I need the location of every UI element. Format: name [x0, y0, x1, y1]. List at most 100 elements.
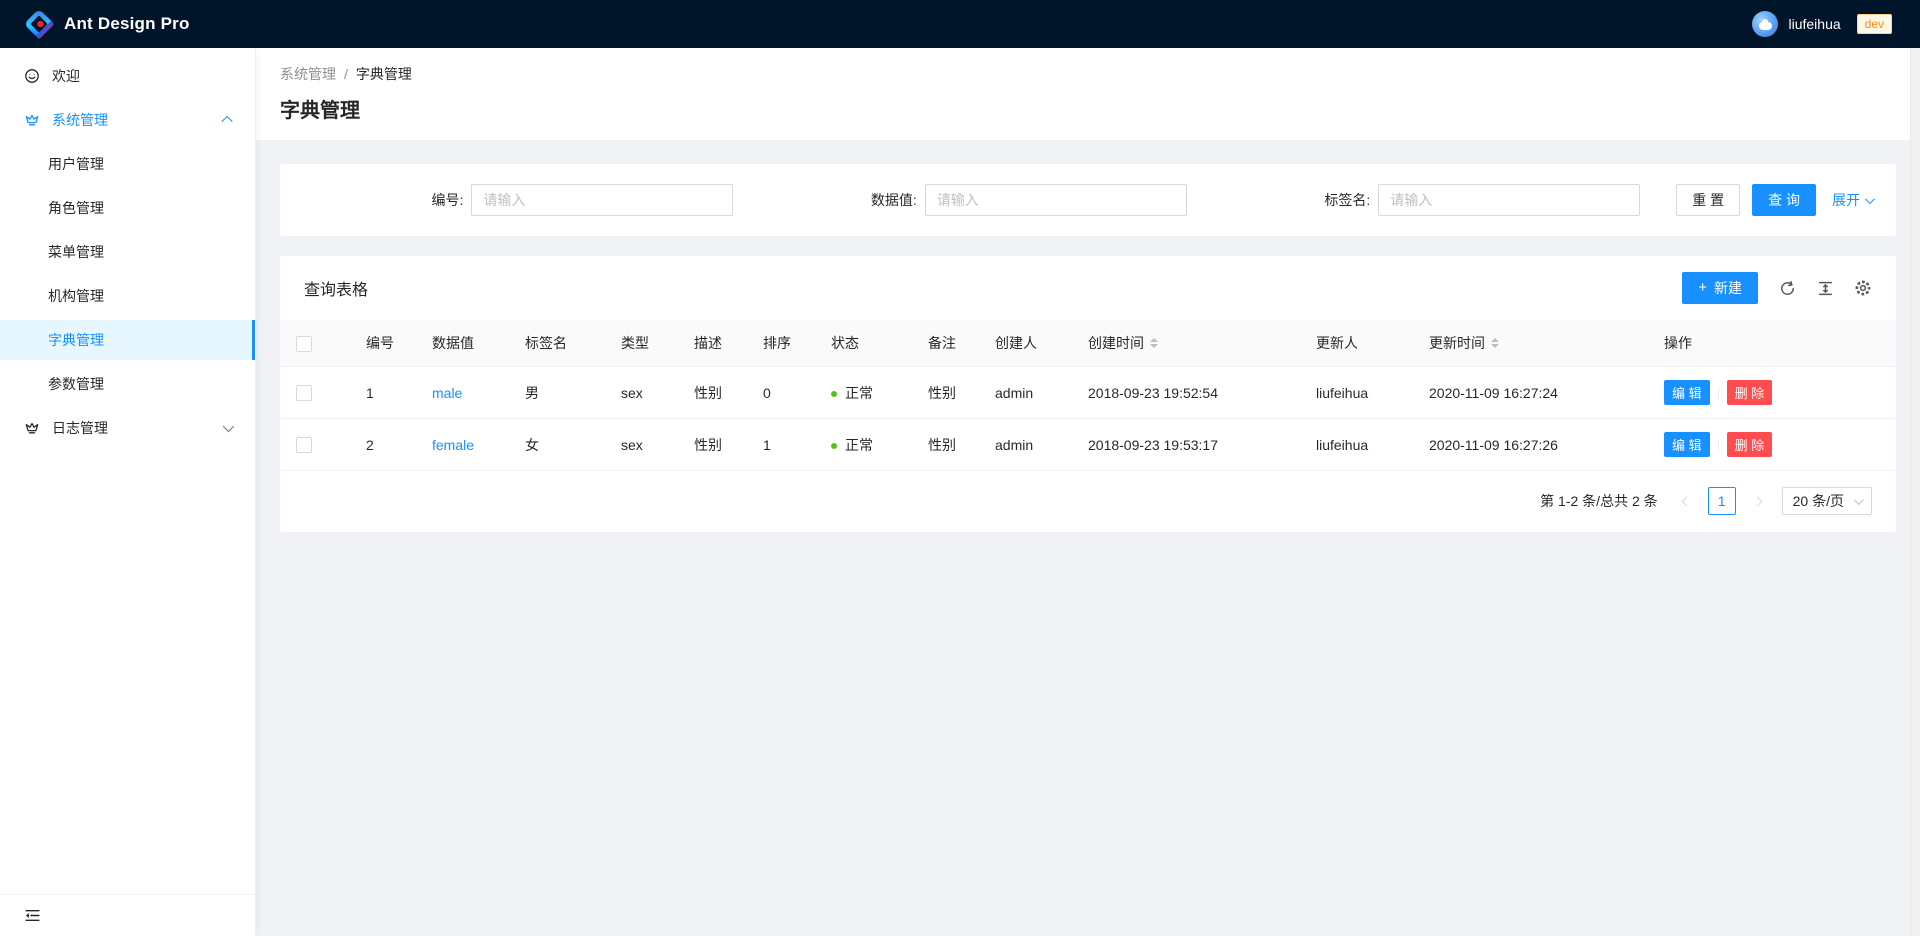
select-all-header-cell [280, 320, 350, 367]
reload-icon[interactable] [1778, 279, 1796, 297]
delete-button[interactable]: 删 除 [1727, 380, 1773, 405]
header-right: liufeihua dev [1752, 11, 1904, 37]
sidebar-item-label: 日志管理 [52, 418, 108, 438]
table-header-row: 编号数据值标签名类型描述排序状态备注创建人创建时间更新人更新时间操作 [280, 320, 1896, 367]
sortable-header[interactable]: 创建时间 [1088, 333, 1158, 353]
status-text: 正常 [845, 437, 873, 453]
column-header-create_time: 创建时间 [1072, 320, 1300, 367]
sortable-header[interactable]: 更新时间 [1429, 333, 1499, 353]
next-page-button[interactable] [1745, 487, 1773, 515]
toolbar-actions: + 新建 [1682, 272, 1872, 304]
cell-status: 正常 [815, 367, 912, 419]
reset-button[interactable]: 重 置 [1676, 184, 1740, 216]
sorter-icon [1150, 338, 1158, 348]
main-area: 系统管理 / 字典管理 字典管理 编号: 数据值: 标签名: 重 置 查 询 展开 [256, 48, 1920, 936]
query-button[interactable]: 查 询 [1752, 184, 1816, 216]
density-icon[interactable] [1816, 279, 1834, 297]
settings-gear-icon[interactable] [1854, 279, 1872, 297]
cell-value: male [416, 367, 509, 419]
username[interactable]: liufeihua [1788, 16, 1840, 32]
sidebar-item-菜单管理[interactable]: 菜单管理 [0, 232, 255, 272]
sidebar-item-用户管理[interactable]: 用户管理 [0, 144, 255, 184]
action-divider [1718, 387, 1719, 401]
column-header-update_time: 更新时间 [1413, 320, 1648, 367]
edit-button[interactable]: 编 辑 [1664, 432, 1710, 457]
row-checkbox[interactable] [296, 385, 312, 401]
cell-remark: 性别 [912, 419, 979, 471]
prev-page-button[interactable] [1671, 487, 1699, 515]
breadcrumb-item-dict: 字典管理 [356, 64, 412, 84]
data-table: 编号数据值标签名类型描述排序状态备注创建人创建时间更新人更新时间操作 1 male… [280, 320, 1896, 471]
cell-id: 2 [350, 419, 416, 471]
column-label: 更新时间 [1429, 333, 1485, 353]
search-input-1[interactable] [925, 184, 1187, 216]
select-all-checkbox[interactable] [296, 336, 312, 352]
page-title: 字典管理 [280, 94, 1896, 123]
sidebar-item-label: 菜单管理 [48, 242, 104, 262]
page-size-select[interactable]: 20 条/页 [1782, 487, 1872, 515]
select-cell [280, 367, 350, 419]
table-title: 查询表格 [304, 276, 368, 300]
breadcrumb-separator: / [344, 66, 348, 82]
sidebar-item-系统管理[interactable]: 系统管理 [0, 100, 255, 140]
sidebar-item-label: 机构管理 [48, 286, 104, 306]
cell-update_time: 2020-11-09 16:27:26 [1413, 419, 1648, 471]
row-checkbox[interactable] [296, 437, 312, 453]
sidebar-item-label: 欢迎 [52, 66, 80, 86]
crown-icon [24, 420, 40, 436]
table-row: 2female女sex性别1正常性别admin2018-09-23 19:53:… [280, 419, 1896, 471]
scrollbar[interactable] [1910, 48, 1920, 936]
search-field-0: 编号: [304, 184, 757, 216]
smile-icon [24, 68, 40, 84]
cell-_actions: 编 辑删 除 [1648, 367, 1896, 419]
chevron-down-icon [1865, 194, 1875, 204]
edit-button[interactable]: 编 辑 [1664, 380, 1710, 405]
cell-create_time: 2018-09-23 19:52:54 [1072, 367, 1300, 419]
search-field-label: 编号: [432, 190, 464, 210]
chevron-right-icon [1752, 496, 1762, 506]
column-header-id: 编号 [350, 320, 416, 367]
app-root: Ant Design Pro liufeihua dev 欢迎系统管理用户管理角… [0, 48, 1920, 936]
expand-toggle[interactable]: 展开 [1832, 190, 1872, 210]
action-divider [1718, 439, 1719, 453]
pagination: 第 1-2 条/总共 2 条 1 20 条/页 [280, 471, 1896, 531]
menu-fold-icon[interactable] [24, 907, 41, 924]
sidebar-item-字典管理[interactable]: 字典管理 [0, 320, 255, 360]
cell-desc: 性别 [678, 419, 747, 471]
search-input-0[interactable] [471, 184, 733, 216]
page-number-button[interactable]: 1 [1708, 487, 1736, 515]
sidebar-item-label: 用户管理 [48, 154, 104, 174]
sidebar-item-参数管理[interactable]: 参数管理 [0, 364, 255, 404]
logo[interactable]: Ant Design Pro [16, 9, 190, 39]
new-button[interactable]: + 新建 [1682, 272, 1758, 304]
cell-type: sex [605, 367, 678, 419]
cell-_actions: 编 辑删 除 [1648, 419, 1896, 471]
sidebar-item-机构管理[interactable]: 机构管理 [0, 276, 255, 316]
search-field-2: 标签名: [1211, 184, 1664, 216]
chevron-left-icon [1681, 496, 1691, 506]
breadcrumb-item-system[interactable]: 系统管理 [280, 64, 336, 84]
sidebar-item-角色管理[interactable]: 角色管理 [0, 188, 255, 228]
cell-type: sex [605, 419, 678, 471]
chevron-down-icon [1854, 495, 1864, 505]
value-link[interactable]: male [432, 385, 462, 401]
sorter-icon [1491, 338, 1499, 348]
cell-tag: 男 [509, 367, 605, 419]
cell-sort: 0 [747, 367, 815, 419]
cell-id: 1 [350, 367, 416, 419]
search-form-actions: 重 置 查 询 展开 [1676, 184, 1872, 216]
app-title: Ant Design Pro [64, 14, 190, 34]
chevron-down-icon [223, 421, 234, 432]
search-input-2[interactable] [1378, 184, 1640, 216]
sidebar-item-欢迎[interactable]: 欢迎 [0, 56, 255, 96]
user-avatar-icon[interactable] [1752, 11, 1778, 37]
sidebar-item-日志管理[interactable]: 日志管理 [0, 408, 255, 448]
pagination-total: 第 1-2 条/总共 2 条 [1540, 491, 1657, 511]
status-text: 正常 [845, 385, 873, 401]
search-field-label: 标签名: [1324, 190, 1370, 210]
search-field-1: 数据值: [757, 184, 1210, 216]
delete-button[interactable]: 删 除 [1727, 432, 1773, 457]
sidebar-item-label: 字典管理 [48, 330, 104, 350]
status-dot-icon [831, 443, 837, 449]
value-link[interactable]: female [432, 437, 474, 453]
